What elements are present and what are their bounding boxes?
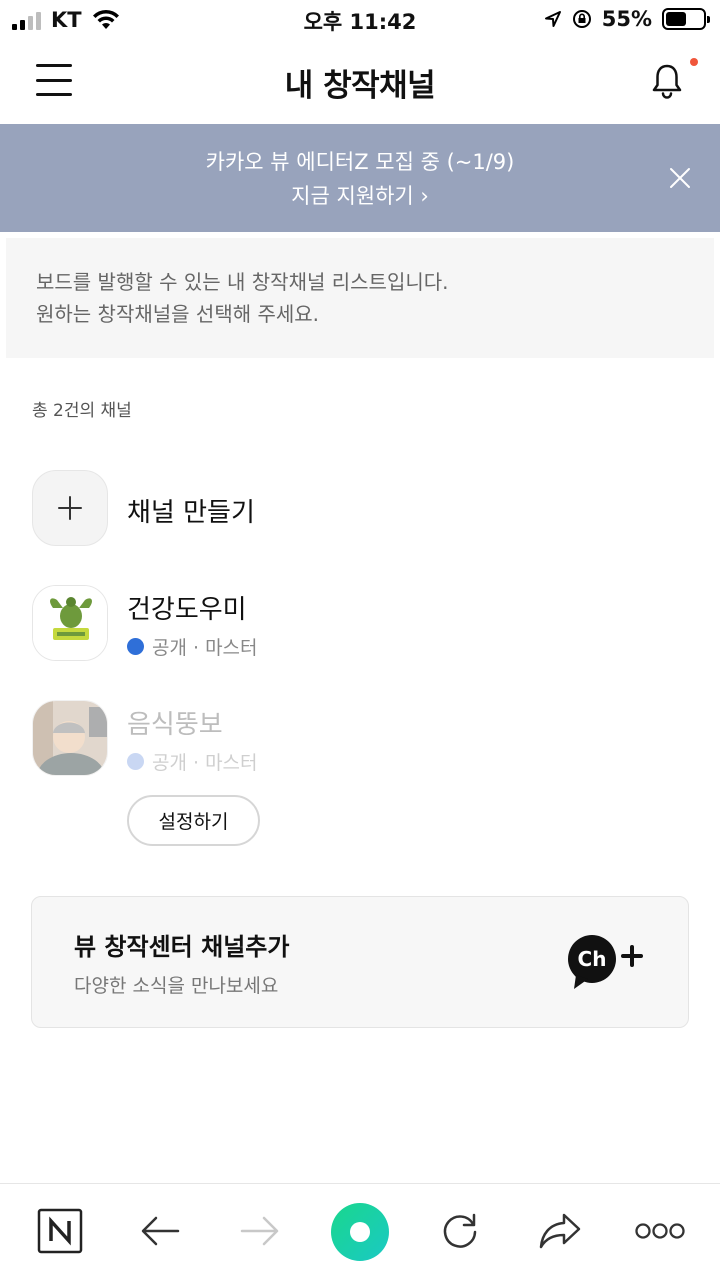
ch-icon-text: Ch xyxy=(578,947,607,971)
refresh-icon xyxy=(443,1213,477,1248)
channel-avatar xyxy=(32,700,108,776)
plus-icon xyxy=(58,496,82,520)
app-header: 내 창작채널 xyxy=(0,40,720,124)
channel-status: 공개 · 마스터 xyxy=(127,633,258,660)
promo-banner[interactable]: 카카오 뷰 에디터Z 모집 중 (~1/9) 지금 지원하기 › xyxy=(0,124,720,232)
promo-subtitle: 다양한 소식을 만나보세요 xyxy=(74,975,279,997)
channel-status: 공개 · 마스터 xyxy=(127,748,258,775)
info-line-1: 보드를 발행할 수 있는 내 창작채널 리스트입니다. xyxy=(36,270,449,294)
green-dot-button[interactable] xyxy=(330,1202,390,1262)
refresh-button[interactable] xyxy=(435,1206,485,1256)
info-box: 보드를 발행할 수 있는 내 창작채널 리스트입니다. 원하는 창작채널을 선택… xyxy=(6,238,714,358)
forward-button[interactable] xyxy=(235,1206,285,1256)
page-title: 내 창작채널 xyxy=(284,68,436,104)
status-right: 55% xyxy=(544,7,710,31)
bell-icon[interactable] xyxy=(650,62,684,100)
person-photo-image xyxy=(33,701,107,775)
channel-add-card[interactable]: 뷰 창작센터 채널추가 다양한 소식을 만나보세요 Ch xyxy=(31,896,689,1028)
channel-name[interactable]: 음식뚱보 xyxy=(127,704,223,741)
create-channel-label[interactable]: 채널 만들기 xyxy=(127,492,255,529)
banner-apply-link[interactable]: 지금 지원하기 › xyxy=(0,180,720,210)
status-bar: KT 오후 11:42 55% xyxy=(0,0,720,40)
naver-home-button[interactable] xyxy=(35,1206,85,1256)
channel-item[interactable]: 음식뚱보 공개 · 마스터 xyxy=(32,700,688,778)
browser-toolbar xyxy=(0,1183,720,1280)
channel-name[interactable]: 건강도우미 xyxy=(127,589,247,626)
rotation-lock-icon xyxy=(572,10,591,28)
status-dot xyxy=(127,753,144,770)
location-arrow-icon xyxy=(544,11,561,27)
naver-n-icon xyxy=(37,1208,83,1254)
channel-avatar xyxy=(32,585,108,661)
share-arrow-icon xyxy=(539,1213,581,1249)
channel-count: 총 2건의 채널 xyxy=(32,401,132,421)
arrow-left-icon xyxy=(141,1216,180,1246)
notification-dot xyxy=(690,58,698,66)
promo-title: 뷰 창작센터 채널추가 xyxy=(74,933,290,961)
back-button[interactable] xyxy=(135,1206,185,1256)
arrow-right-icon xyxy=(240,1216,279,1246)
channel-status-text: 공개 · 마스터 xyxy=(152,637,258,659)
info-line-2: 원하는 창작채널을 선택해 주세요. xyxy=(36,302,320,326)
battery-percent: 55% xyxy=(601,7,652,31)
create-channel-row[interactable]: 채널 만들기 xyxy=(32,470,688,548)
more-dots-icon xyxy=(635,1223,685,1239)
channel-item[interactable]: 건강도우미 공개 · 마스터 xyxy=(32,585,688,663)
setup-button[interactable]: 설정하기 xyxy=(127,795,260,846)
share-button[interactable] xyxy=(535,1206,585,1256)
green-dot-icon xyxy=(331,1203,389,1261)
battery-icon xyxy=(662,8,710,30)
banner-title: 카카오 뷰 에디터Z 모집 중 (~1/9) xyxy=(205,150,515,174)
close-icon[interactable] xyxy=(668,166,692,190)
muscle-logo-image xyxy=(33,586,107,660)
more-button[interactable] xyxy=(632,1206,688,1256)
kakao-channel-add-icon[interactable]: Ch xyxy=(566,935,646,991)
add-channel-button[interactable] xyxy=(32,470,108,546)
status-dot xyxy=(127,638,144,655)
channel-status-text: 공개 · 마스터 xyxy=(152,752,258,774)
